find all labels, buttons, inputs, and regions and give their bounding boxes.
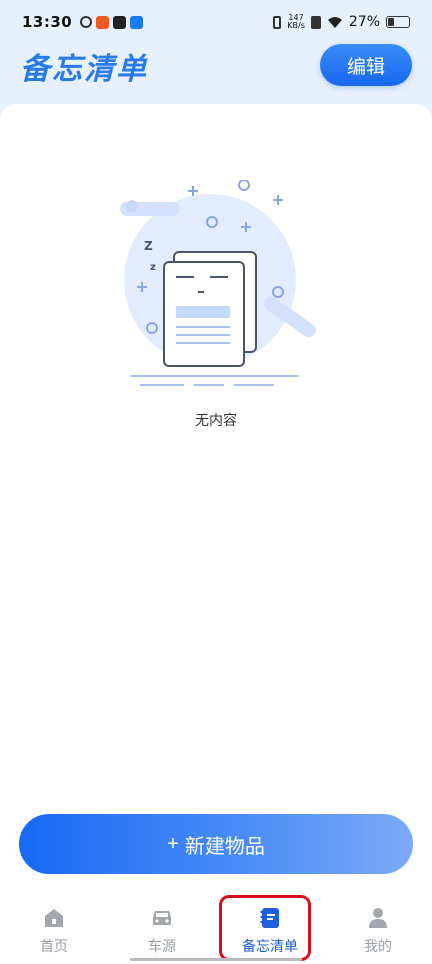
home-indicator[interactable] <box>130 958 302 961</box>
svg-text:Z: Z <box>144 239 153 253</box>
plus-icon: + <box>167 832 179 855</box>
user-icon <box>369 908 387 928</box>
app-notification-icon <box>113 15 127 29</box>
tab-label: 首页 <box>40 939 68 955</box>
notification-icons <box>80 15 144 29</box>
status-right: 147 KB/s 27% <box>273 14 410 30</box>
network-speed: 147 KB/s <box>287 14 305 30</box>
notebook-icon <box>260 908 279 928</box>
tab-label: 备忘清单 <box>242 939 298 955</box>
battery-percent: 27% <box>348 14 380 30</box>
tab-mine[interactable]: 我的 <box>324 894 432 964</box>
edit-button[interactable]: 编辑 <box>320 44 412 86</box>
tab-memo-list[interactable]: 备忘清单 <box>216 894 324 964</box>
sim-icon <box>310 15 321 29</box>
page-title: 备忘清单 <box>20 52 148 87</box>
header: 备忘清单 编辑 <box>0 40 432 100</box>
new-item-label: 新建物品 <box>184 835 265 858</box>
app-notification-icon <box>130 15 144 29</box>
wifi-icon <box>327 16 342 28</box>
status-time: 13:30 <box>22 13 73 31</box>
bottom-tabbar: 首页 车源 备忘清单 我的 <box>0 894 432 964</box>
empty-state-illustration: Z z <box>110 179 322 396</box>
battery-icon <box>386 16 410 28</box>
empty-state-text: 无内容 <box>195 413 237 429</box>
vibrate-icon <box>273 15 282 29</box>
new-item-button[interactable]: + 新建物品 <box>19 814 413 874</box>
app-notification-icon <box>96 15 110 29</box>
network-speed-unit: KB/s <box>287 21 305 30</box>
svg-text:z: z <box>150 262 156 273</box>
tab-car-source[interactable]: 车源 <box>108 894 216 964</box>
tab-home[interactable]: 首页 <box>0 894 108 964</box>
app-notification-icon <box>80 15 93 28</box>
empty-document-icon: Z z <box>120 179 316 386</box>
tab-label: 我的 <box>364 939 392 955</box>
car-icon <box>153 911 171 925</box>
tab-label: 车源 <box>148 939 176 955</box>
status-bar: 13:30 147 KB/s 27% <box>0 0 432 44</box>
home-icon <box>45 909 63 927</box>
